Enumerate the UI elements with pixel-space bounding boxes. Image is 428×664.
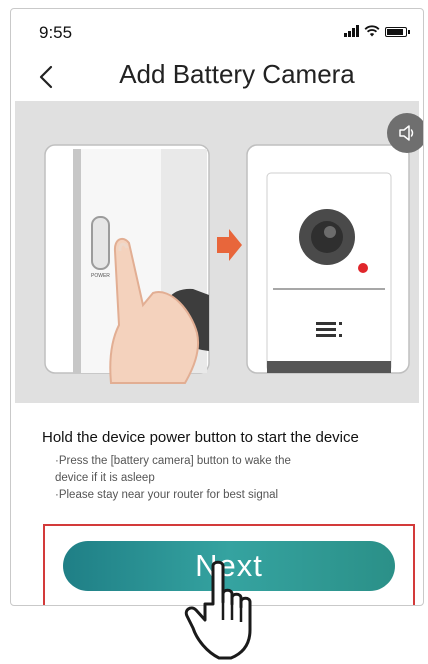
setup-illustration: POWER	[15, 101, 419, 403]
signal-icon	[344, 25, 359, 37]
phone-screen: 9:55 Add Battery Camera POWER Hold the d…	[10, 8, 424, 606]
speaker-icon	[399, 125, 414, 141]
hand-pointer-icon	[184, 560, 252, 660]
instruction-list: ·Press the [battery camera] button to wa…	[55, 453, 415, 504]
instruction-line: ·Press the [battery camera] button to wa…	[55, 455, 291, 467]
instruction-line: device if it is asleep	[55, 472, 155, 484]
sound-button[interactable]	[387, 113, 423, 153]
instruction-line: ·Please stay near your router for best s…	[55, 489, 279, 501]
battery-icon	[385, 27, 410, 37]
status-icons	[344, 25, 410, 37]
status-time: 9:55	[39, 23, 73, 42]
power-label: POWER	[91, 273, 110, 279]
nav-bar: Add Battery Camera	[11, 53, 423, 101]
illustration-graphic: POWER	[44, 144, 410, 384]
instruction-title: Hold the device power button to start th…	[42, 429, 359, 446]
status-bar: 9:55	[11, 9, 423, 55]
wifi-icon	[364, 25, 380, 37]
page-title: Add Battery Camera	[119, 59, 355, 89]
